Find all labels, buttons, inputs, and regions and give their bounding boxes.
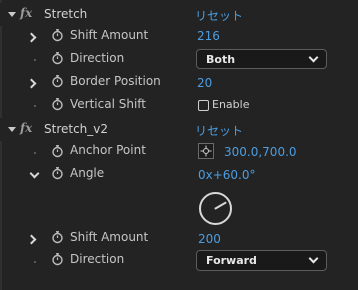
collapse-triangle-icon[interactable]	[8, 127, 16, 132]
property-row-angle: Angle 0x+60.0°	[0, 164, 358, 228]
property-label: Vertical Shift	[70, 97, 147, 111]
vertical-shift-checkbox[interactable]	[198, 100, 209, 111]
tree-dot	[34, 261, 36, 263]
crosshair-icon[interactable]	[198, 143, 214, 159]
stopwatch-icon[interactable]	[51, 144, 64, 161]
chevron-down-icon	[308, 52, 319, 63]
effect-header-stretch-v2[interactable]: fx Stretch_v2 リセット	[0, 118, 358, 141]
property-row-direction-v2: Direction Forward	[0, 250, 358, 273]
dropdown-value: Forward	[206, 254, 257, 267]
direction-dropdown[interactable]: Both	[196, 49, 327, 69]
checkbox-label[interactable]: Enable	[212, 98, 249, 111]
property-row-shift-amount-v2: Shift Amount 200	[0, 227, 358, 250]
property-row-border-position: Border Position 20	[0, 71, 358, 94]
property-row-shift-amount: Shift Amount 216	[0, 25, 358, 48]
property-label: Anchor Point	[70, 143, 146, 157]
property-row-anchor-point: Anchor Point 300.0,700.0	[0, 141, 358, 164]
reset-button[interactable]: リセット	[195, 7, 243, 24]
effect-header-stretch[interactable]: fx Stretch リセット	[0, 3, 358, 26]
shift-amount-value[interactable]: 216	[197, 29, 220, 43]
tree-dot	[34, 152, 36, 154]
angle-dial[interactable]	[199, 192, 232, 225]
property-label: Border Position	[70, 74, 161, 88]
stopwatch-icon[interactable]	[51, 252, 64, 269]
reset-button[interactable]: リセット	[195, 122, 243, 139]
property-label: Angle	[70, 166, 105, 180]
chevron-down-icon	[308, 253, 319, 264]
property-row-vertical-shift: Vertical Shift Enable	[0, 94, 358, 117]
expand-chevron-icon[interactable]	[26, 78, 37, 89]
collapse-triangle-icon[interactable]	[8, 12, 16, 17]
expand-chevron-icon[interactable]	[26, 32, 37, 43]
effect-controls-panel: fx Stretch リセット Shift Amount 216 Directi…	[0, 0, 358, 290]
property-label: Shift Amount	[70, 230, 149, 244]
property-label: Direction	[70, 51, 125, 65]
stopwatch-icon[interactable]	[51, 51, 64, 68]
expand-chevron-icon[interactable]	[29, 168, 40, 179]
effect-name: Stretch	[44, 7, 88, 21]
anchor-point-value[interactable]: 300.0,700.0	[224, 145, 297, 159]
angle-value[interactable]: 0x+60.0°	[198, 168, 256, 182]
tree-dot	[34, 59, 36, 61]
property-label: Direction	[70, 252, 125, 266]
stopwatch-icon[interactable]	[51, 74, 64, 91]
stopwatch-icon[interactable]	[51, 230, 64, 247]
stopwatch-icon[interactable]	[51, 28, 64, 45]
shift-amount-value[interactable]: 200	[198, 232, 221, 246]
property-row-direction: Direction Both	[0, 48, 358, 71]
border-position-value[interactable]: 20	[197, 76, 212, 90]
stopwatch-icon[interactable]	[51, 166, 64, 183]
dropdown-value: Both	[206, 53, 236, 66]
effect-name: Stretch_v2	[44, 122, 109, 136]
stopwatch-icon[interactable]	[51, 97, 64, 114]
direction-dropdown[interactable]: Forward	[196, 250, 327, 271]
fx-icon[interactable]: fx	[20, 6, 32, 20]
expand-chevron-icon[interactable]	[26, 234, 37, 245]
property-label: Shift Amount	[70, 28, 149, 42]
tree-dot	[34, 105, 36, 107]
fx-icon[interactable]: fx	[20, 121, 32, 135]
